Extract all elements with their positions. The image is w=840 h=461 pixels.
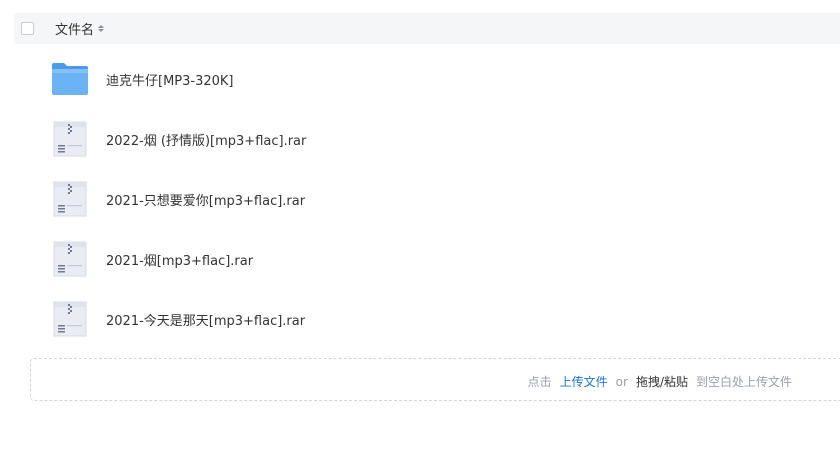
file-name[interactable]: 2022-烟 (抒情版)[mp3+flac].rar bbox=[106, 130, 306, 149]
file-name[interactable]: 迪克牛仔[MP3-320K] bbox=[106, 70, 234, 89]
sort-icon[interactable] bbox=[98, 23, 105, 35]
select-all-checkbox[interactable] bbox=[21, 22, 34, 35]
file-row-folder[interactable]: 迪克牛仔[MP3-320K] bbox=[14, 49, 840, 109]
file-name[interactable]: 2021-只想要爱你[mp3+flac].rar bbox=[106, 190, 305, 209]
file-row[interactable]: 2021-只想要爱你[mp3+flac].rar bbox=[14, 169, 840, 229]
file-row[interactable]: 2021-烟[mp3+flac].rar bbox=[14, 229, 840, 289]
folder-icon bbox=[52, 63, 88, 95]
upload-hint-suffix: 到空白处上传文件 bbox=[695, 375, 792, 389]
upload-file-link[interactable]: 上传文件 bbox=[560, 375, 608, 389]
file-name[interactable]: 2021-今天是那天[mp3+flac].rar bbox=[106, 310, 305, 329]
upload-dropzone[interactable]: 点击 上传文件 or 拖拽/粘贴 到空白处上传文件 bbox=[30, 358, 840, 401]
file-row[interactable]: 2022-烟 (抒情版)[mp3+flac].rar bbox=[14, 109, 840, 169]
file-name[interactable]: 2021-烟[mp3+flac].rar bbox=[106, 250, 253, 269]
archive-file-icon bbox=[53, 121, 87, 157]
file-row[interactable]: 2021-今天是那天[mp3+flac].rar bbox=[14, 289, 840, 349]
archive-file-icon bbox=[53, 301, 87, 337]
upload-hint-or: or bbox=[615, 375, 628, 389]
upload-hint-prefix: 点击 bbox=[527, 375, 552, 389]
archive-file-icon bbox=[53, 241, 87, 277]
archive-file-icon bbox=[53, 181, 87, 217]
file-list-panel: 文件名 迪克牛仔[MP3-320K] 2022-烟 (抒情版)[mp3+flac… bbox=[0, 0, 840, 461]
file-list-header: 文件名 bbox=[14, 13, 840, 44]
column-header-filename[interactable]: 文件名 bbox=[55, 19, 94, 38]
upload-hint-drag-paste: 拖拽/粘贴 bbox=[635, 375, 688, 389]
upload-hint: 点击 上传文件 or 拖拽/粘贴 到空白处上传文件 bbox=[528, 373, 792, 390]
